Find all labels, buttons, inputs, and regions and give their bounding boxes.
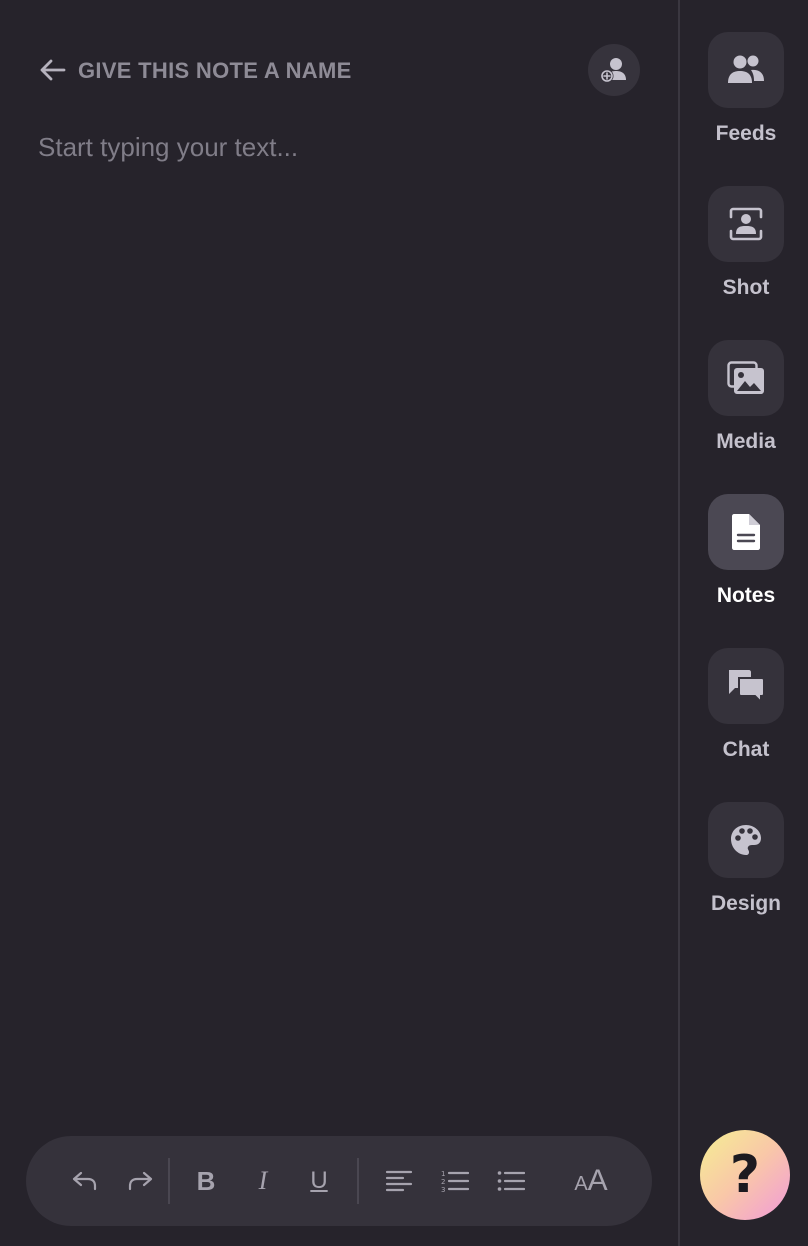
bulleted-list-icon bbox=[497, 1171, 525, 1191]
arrow-left-icon bbox=[40, 59, 66, 81]
nav-item-design[interactable]: Design bbox=[708, 802, 784, 916]
help-question-icon: ? bbox=[729, 1145, 761, 1205]
nav-item-media[interactable]: Media bbox=[708, 340, 784, 454]
redo-button[interactable] bbox=[122, 1163, 158, 1199]
formatting-toolbar: B I U 1 2 3 A A bbox=[26, 1136, 652, 1226]
nav-label-design: Design bbox=[710, 892, 781, 915]
nav-item-notes[interactable]: Notes bbox=[708, 494, 784, 608]
add-collaborator-button[interactable] bbox=[588, 44, 640, 96]
nav-tile-design[interactable] bbox=[708, 802, 784, 878]
document-icon bbox=[732, 514, 760, 550]
toolbar-separator bbox=[168, 1158, 170, 1204]
numbered-list-icon: 1 2 3 bbox=[441, 1170, 469, 1193]
nav-item-feeds[interactable]: Feeds bbox=[708, 32, 784, 146]
help-button[interactable]: ? bbox=[700, 1130, 790, 1220]
note-text-input[interactable] bbox=[38, 132, 638, 1092]
nav-tile-chat[interactable] bbox=[708, 648, 784, 724]
nav-item-shot[interactable]: Shot bbox=[708, 186, 784, 300]
svg-text:1: 1 bbox=[441, 1170, 445, 1178]
font-size-small-label: A bbox=[574, 1173, 588, 1195]
svg-text:3: 3 bbox=[441, 1186, 445, 1193]
note-header: GIVE THIS NOTE A NAME bbox=[36, 44, 640, 96]
bold-label: B bbox=[196, 1166, 216, 1196]
nav-tile-media[interactable] bbox=[708, 340, 784, 416]
font-size-button[interactable]: A A bbox=[566, 1163, 616, 1199]
italic-label: I bbox=[258, 1166, 268, 1195]
back-button[interactable] bbox=[36, 56, 68, 84]
underline-label: U bbox=[310, 1167, 328, 1194]
side-navigation: Feeds Shot Media Notes Chat Design bbox=[680, 0, 808, 1246]
nav-label-shot: Shot bbox=[722, 276, 770, 299]
svg-text:2: 2 bbox=[441, 1178, 445, 1186]
align-left-button[interactable] bbox=[381, 1163, 417, 1199]
bold-button[interactable]: B bbox=[188, 1163, 224, 1199]
nav-tile-shot[interactable] bbox=[708, 186, 784, 262]
nav-label-chat: Chat bbox=[722, 738, 770, 761]
nav-label-media: Media bbox=[716, 430, 776, 453]
italic-button[interactable]: I bbox=[245, 1163, 281, 1199]
font-size-large-label: A bbox=[587, 1164, 608, 1197]
undo-button[interactable] bbox=[67, 1163, 103, 1199]
images-icon bbox=[727, 361, 764, 394]
portrait-frame-icon bbox=[729, 207, 763, 241]
note-title[interactable]: GIVE THIS NOTE A NAME bbox=[78, 58, 352, 84]
bulleted-list-button[interactable] bbox=[493, 1163, 529, 1199]
nav-label-notes: Notes bbox=[716, 584, 776, 607]
chat-bubbles-icon bbox=[729, 670, 765, 703]
underline-button[interactable]: U bbox=[301, 1163, 337, 1199]
palette-icon bbox=[731, 825, 761, 855]
numbered-list-button[interactable]: 1 2 3 bbox=[437, 1163, 473, 1199]
nav-tile-notes[interactable] bbox=[708, 494, 784, 570]
nav-tile-feeds[interactable] bbox=[708, 32, 784, 108]
align-left-icon bbox=[385, 1170, 413, 1192]
redo-icon bbox=[128, 1171, 153, 1191]
undo-icon bbox=[72, 1171, 97, 1191]
note-editor-panel: GIVE THIS NOTE A NAME B bbox=[0, 0, 678, 1246]
nav-item-chat[interactable]: Chat bbox=[708, 648, 784, 762]
nav-label-feeds: Feeds bbox=[715, 122, 777, 145]
toolbar-separator bbox=[357, 1158, 359, 1204]
add-person-icon bbox=[600, 58, 626, 83]
people-icon bbox=[728, 55, 764, 83]
